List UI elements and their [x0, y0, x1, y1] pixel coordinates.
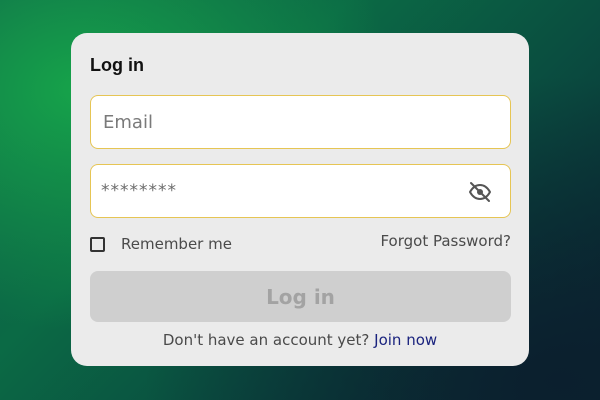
eye-off-icon[interactable]: [468, 180, 492, 204]
remember-me-checkbox[interactable]: [90, 236, 105, 252]
password-input[interactable]: ********: [101, 181, 177, 201]
join-now-link[interactable]: Join now: [374, 331, 437, 349]
login-card: Log in ******** Remember me Forgot Passw…: [71, 33, 529, 366]
email-field[interactable]: [90, 95, 511, 149]
remember-me-toggle[interactable]: Remember me: [90, 235, 232, 253]
login-button[interactable]: Log in: [90, 271, 511, 322]
signup-row: Don't have an account yet? Join now: [71, 331, 529, 349]
login-title: Log in: [90, 55, 144, 75]
password-field[interactable]: ********: [90, 164, 511, 218]
remember-me-label: Remember me: [121, 235, 232, 253]
email-input[interactable]: [101, 110, 465, 134]
signup-prompt: Don't have an account yet?: [162, 331, 370, 349]
forgot-password-link[interactable]: Forgot Password?: [380, 232, 511, 250]
